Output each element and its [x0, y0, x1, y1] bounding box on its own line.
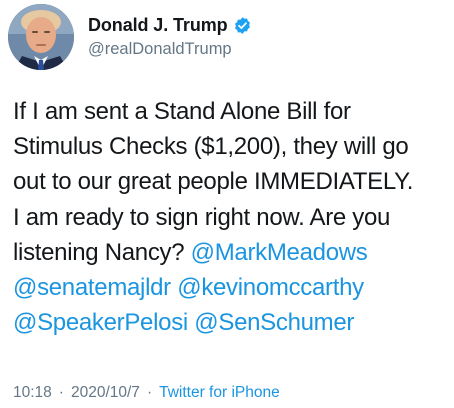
- tweet-text-line: listening Nancy? @MarkMeadows: [13, 235, 449, 270]
- tweet-date[interactable]: 2020/10/7: [71, 384, 140, 402]
- mention-link-speakerpelosi[interactable]: @SpeakerPelosi: [13, 309, 188, 336]
- tweet-metadata: 10:18 · 2020/10/7 · Twitter for iPhone: [13, 384, 280, 402]
- tweet-text-line: @senatemajldr @kevinomccarthy: [13, 270, 449, 305]
- profile-photo-icon: [8, 4, 74, 70]
- verified-badge-icon: [233, 16, 252, 35]
- mention-link-senatemajldr[interactable]: @senatemajldr: [13, 274, 171, 301]
- tweet-text-segment: out to our great people IMMEDIATELY.: [13, 168, 414, 196]
- mention-link-kevinomccarthy[interactable]: @kevinomccarthy: [177, 274, 364, 301]
- tweet-text-line: out to our great people IMMEDIATELY.: [13, 164, 449, 199]
- tweet-time[interactable]: 10:18: [13, 384, 52, 402]
- mention-link-senschumer[interactable]: @SenSchumer: [194, 309, 354, 336]
- tweet-text: If I am sent a Stand Alone Bill for Stim…: [13, 94, 449, 340]
- tweet-text-segment: If I am sent a Stand Alone Bill for: [13, 98, 351, 125]
- tweet-source-link[interactable]: Twitter for iPhone: [159, 384, 280, 402]
- tweet-card: Donald J. Trump @realDonaldTrump If I am…: [0, 0, 454, 408]
- tweet-text-line: I am ready to sign right now. Are you: [13, 200, 449, 235]
- author-handle[interactable]: @realDonaldTrump: [88, 40, 232, 59]
- tweet-text-segment: listening Nancy?: [13, 238, 191, 266]
- author-display-name[interactable]: Donald J. Trump: [88, 15, 228, 36]
- avatar[interactable]: [8, 4, 74, 70]
- meta-separator: ·: [146, 384, 153, 401]
- tweet-text-line: If I am sent a Stand Alone Bill for: [13, 94, 449, 129]
- tweet-text-segment: I am ready to sign right now. Are you: [13, 203, 391, 231]
- mention-link-markmeadows[interactable]: @MarkMeadows: [191, 239, 368, 266]
- meta-separator: ·: [58, 384, 64, 401]
- tweet-text-line: @SpeakerPelosi @SenSchumer: [13, 305, 449, 340]
- tweet-text-segment: Stimulus Checks ($1,200), they will go: [13, 133, 409, 161]
- author-name-row: Donald J. Trump: [88, 14, 252, 36]
- tweet-text-line: Stimulus Checks ($1,200), they will go: [13, 129, 449, 164]
